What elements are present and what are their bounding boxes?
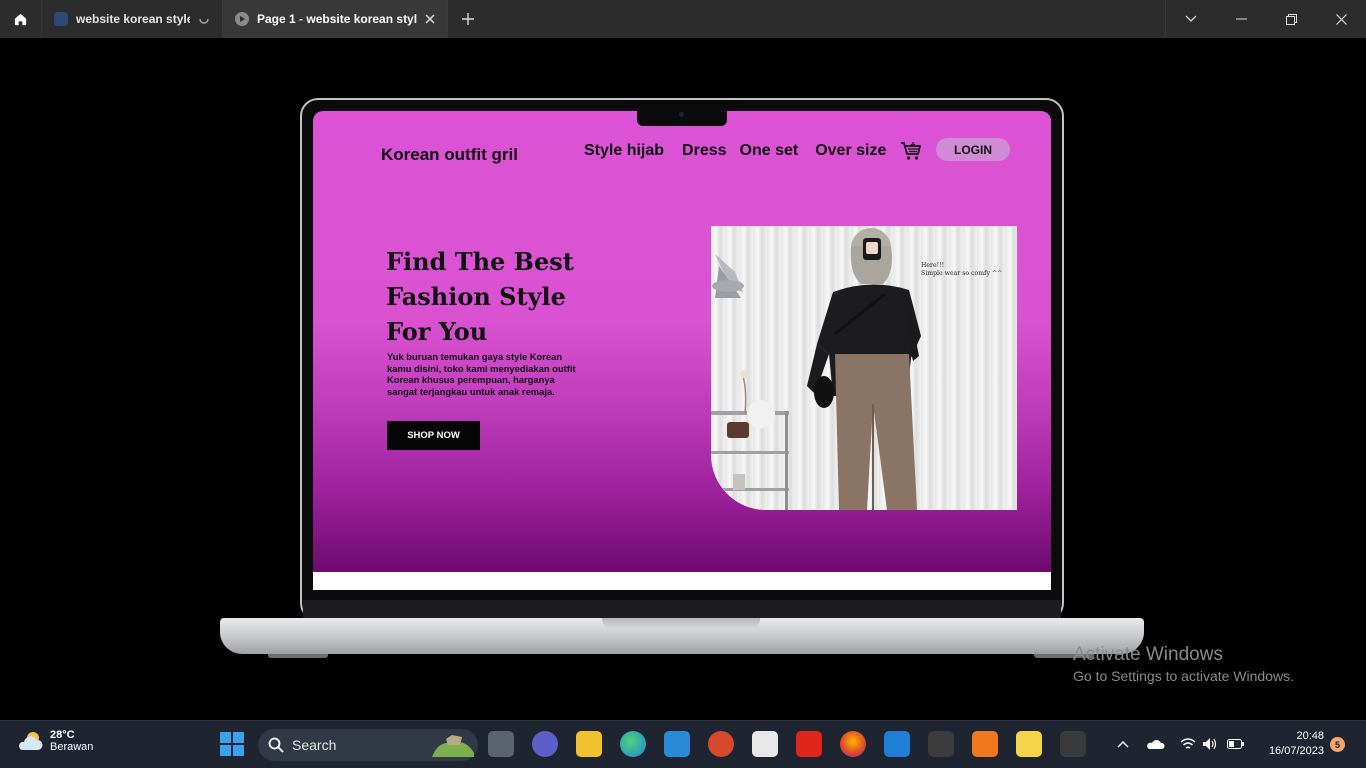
taskbar: 28°C Berawan Search 20:48 16/07/2023 5 — [0, 720, 1366, 768]
watermark-subtitle: Go to Settings to activate Windows. — [1073, 668, 1294, 684]
figma-icon[interactable] — [1060, 731, 1086, 757]
website-preview: Korean outfit gril Style hijab Dress One… — [313, 111, 1051, 572]
notification-badge[interactable]: 5 — [1330, 737, 1345, 752]
firefox-icon[interactable] — [840, 731, 866, 757]
new-tab-button[interactable] — [448, 0, 488, 38]
home-button[interactable] — [0, 0, 42, 38]
figma-file-icon — [54, 12, 68, 26]
tab-prototype[interactable]: Page 1 - website korean style — [223, 0, 448, 38]
close-tab-icon[interactable] — [425, 14, 435, 24]
battery-icon[interactable] — [1227, 738, 1245, 750]
nav-dress[interactable]: Dress — [682, 142, 726, 160]
task-view-icon[interactable] — [488, 731, 514, 757]
search-icon — [268, 737, 284, 753]
weather-widget[interactable]: 28°C Berawan — [16, 729, 93, 753]
login-button[interactable]: LOGIN — [936, 138, 1010, 161]
wifi-icon[interactable] — [1180, 737, 1196, 751]
hero-description: Yuk buruan temukan gaya style Korean kam… — [387, 351, 576, 397]
restore-icon — [1285, 13, 1297, 25]
website-bottom-bar — [313, 572, 1051, 590]
laptop-base — [220, 618, 1144, 654]
file-manager-icon[interactable] — [1016, 731, 1042, 757]
taskbar-search[interactable]: Search — [258, 729, 478, 761]
volume-icon[interactable] — [1202, 737, 1218, 751]
loading-icon — [199, 18, 209, 24]
file-explorer-icon[interactable] — [576, 731, 602, 757]
powerpoint-icon[interactable] — [708, 731, 734, 757]
camera-icon — [679, 112, 684, 117]
plus-icon — [462, 13, 474, 25]
photo-caption-line: Simple wear so comfy ^^ — [921, 270, 1003, 277]
laptop-foot — [268, 654, 328, 658]
tabs-menu-button[interactable] — [1166, 0, 1216, 38]
laptop-hinge — [303, 600, 1061, 620]
minimize-button[interactable] — [1216, 0, 1266, 38]
close-window-button[interactable] — [1316, 0, 1366, 38]
restore-button[interactable] — [1266, 0, 1316, 38]
site-logo[interactable]: Korean outfit gril — [381, 145, 518, 165]
activate-windows-watermark: Activate Windows Go to Settings to activ… — [1073, 644, 1294, 684]
weather-temperature: 28°C — [50, 729, 75, 741]
wps-office-icon[interactable] — [796, 731, 822, 757]
xampp-icon[interactable] — [972, 731, 998, 757]
search-highlight-icon — [432, 735, 474, 757]
site-nav: Style hijab Dress One set Over size — [584, 142, 904, 160]
search-label: Search — [292, 737, 337, 753]
nav-over-size[interactable]: Over size — [815, 142, 886, 160]
teams-meet-icon[interactable] — [532, 731, 558, 757]
mail-icon[interactable] — [664, 731, 690, 757]
clock-time: 20:48 — [1296, 730, 1324, 742]
figma-titlebar: website korean style Page 1 - website ko… — [0, 0, 1366, 38]
nav-one-set[interactable]: One set — [740, 142, 799, 160]
nav-style-hijab[interactable]: Style hijab — [584, 142, 664, 160]
laptop-notch — [637, 110, 727, 126]
weather-condition: Berawan — [50, 741, 94, 753]
hero-title-line: For You — [386, 317, 488, 346]
close-icon — [1335, 13, 1347, 25]
windows-start-icon[interactable] — [220, 732, 244, 756]
watermark-title: Activate Windows — [1073, 644, 1223, 665]
tab-file-label: website korean style — [76, 12, 190, 26]
chevron-down-icon — [1185, 15, 1197, 22]
photo-caption: Here!!! Simple wear so comfy ^^ — [921, 262, 1002, 278]
minimize-icon — [1235, 18, 1247, 20]
hero-title: Find The Best Fashion Style For You — [386, 244, 626, 349]
photo-caption-line: Here!!! — [921, 262, 945, 269]
hero-photo: Here!!! Simple wear so comfy ^^ — [711, 226, 1017, 510]
cloud-sun-icon — [18, 732, 43, 750]
home-icon — [14, 13, 27, 25]
hero-title-line: Find The Best — [386, 247, 574, 276]
laptop-base-notch — [602, 618, 760, 629]
vscode-icon[interactable] — [884, 731, 910, 757]
taskbar-clock[interactable]: 20:48 16/07/2023 — [1258, 729, 1324, 759]
chevron-up-icon[interactable] — [1117, 740, 1129, 748]
clock-date: 16/07/2023 — [1268, 745, 1324, 757]
tab-file[interactable]: website korean style — [42, 0, 223, 38]
cart-icon[interactable] — [900, 141, 922, 161]
tab-prototype-label: Page 1 - website korean style — [257, 12, 417, 26]
sublime-text-icon[interactable] — [928, 731, 954, 757]
play-icon — [235, 12, 249, 26]
microsoft-store-icon[interactable] — [752, 731, 778, 757]
hero-title-line: Fashion Style — [386, 282, 566, 311]
onedrive-icon[interactable] — [1147, 738, 1165, 750]
edge-browser-icon[interactable] — [620, 731, 646, 757]
shop-now-button[interactable]: SHOP NOW — [387, 421, 480, 450]
